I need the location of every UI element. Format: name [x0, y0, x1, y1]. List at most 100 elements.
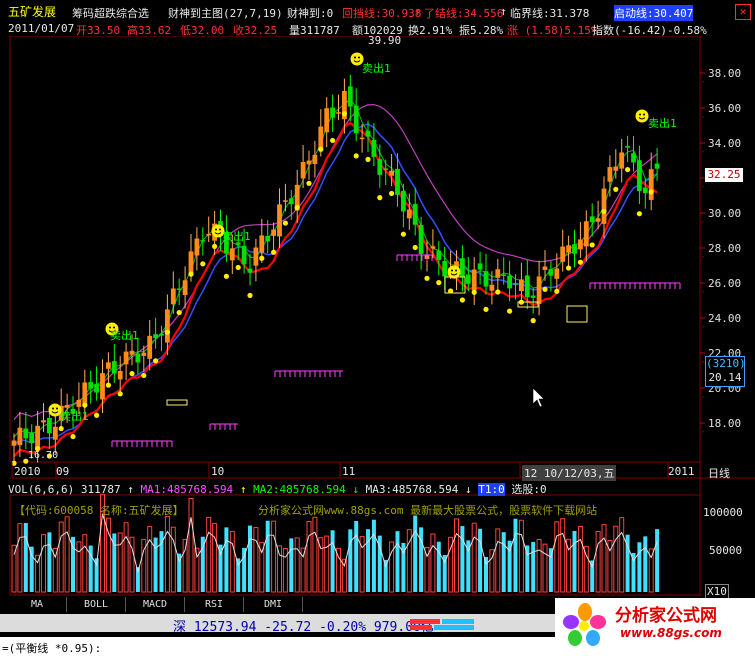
flower-logo-icon	[563, 603, 606, 646]
quote-close: 收32.25	[233, 24, 278, 37]
candle-body	[247, 268, 253, 273]
signal-dot	[636, 211, 643, 217]
vol-legend-select: 选股:0	[511, 483, 547, 496]
candle-body	[259, 235, 265, 253]
qidong-line: 启动线:30.407	[614, 5, 694, 21]
smiley-eye	[56, 407, 58, 410]
volume-bar	[17, 523, 23, 593]
volume-bar	[164, 515, 170, 593]
volume-bar	[188, 498, 194, 593]
candle-body	[111, 361, 117, 374]
signal-dot	[507, 308, 513, 314]
signal-dot	[530, 318, 536, 324]
volume-bar	[330, 530, 335, 592]
index-change: 指数(-16.42)-0.58%	[592, 24, 707, 37]
volume-bar	[655, 529, 660, 592]
volume-bar	[147, 526, 153, 593]
volume-bar	[64, 516, 70, 593]
candle-body	[595, 218, 601, 222]
candle-body	[106, 362, 111, 369]
volume-bar	[371, 519, 376, 592]
signal-dot	[94, 412, 100, 418]
volume-bar	[489, 549, 495, 593]
crosshair-count: (3210)	[706, 357, 746, 370]
stock-name[interactable]: 五矿发展	[8, 3, 56, 20]
tab-boll[interactable]: BOLL	[67, 597, 126, 612]
market-change: -25.72	[264, 620, 312, 635]
quote-open: 开33.50	[76, 24, 121, 37]
tab-rsi[interactable]: RSI	[185, 597, 244, 612]
formula-text: =(平衡线 *0.95):	[2, 642, 102, 655]
vol-legend-t1: T1:0	[478, 483, 505, 496]
signal-dot	[282, 220, 288, 226]
candle-body	[566, 245, 571, 253]
sell-label-2: 卖出1	[222, 230, 251, 243]
candle-body	[631, 153, 636, 163]
candle-body	[548, 269, 554, 276]
volume-bar	[395, 531, 400, 592]
candle-body	[88, 382, 94, 389]
close-icon[interactable]: ✕	[735, 4, 751, 20]
signal-dot	[471, 289, 477, 295]
signal-dot	[306, 180, 312, 186]
quote-low: 低32.00	[180, 24, 225, 37]
volume-bar	[454, 518, 459, 593]
price-tick-label: 36.00	[708, 102, 741, 115]
candlesticks[interactable]	[11, 74, 660, 463]
signal-dot	[436, 280, 442, 286]
candle-body	[648, 169, 654, 200]
volume-bar	[294, 537, 300, 593]
volume-bar	[531, 541, 536, 592]
volume-bar	[76, 541, 82, 593]
candle-body	[560, 246, 566, 262]
candle-body	[29, 432, 35, 444]
volume-bar	[58, 521, 64, 593]
tab-dmi[interactable]: DMI	[244, 597, 303, 612]
volume-bar	[11, 544, 17, 593]
tab-ma[interactable]: MA	[8, 597, 67, 612]
candle-body	[229, 248, 235, 261]
vol-legend-ma3: MA3:485768.594	[365, 483, 459, 496]
signal-dot	[129, 370, 135, 377]
tab-macd[interactable]: MACD	[126, 597, 185, 612]
vol-legend-ma2: MA2:485768.594	[253, 483, 346, 496]
market-index-readout[interactable]: 深 12573.94 -25.72 -0.20% 979.00亿	[173, 616, 434, 635]
volume-bar	[229, 530, 235, 593]
candle-body	[613, 166, 619, 171]
volume-bar	[206, 516, 212, 593]
candle-body	[94, 383, 99, 393]
candle-body	[536, 276, 542, 305]
candle-body	[123, 351, 129, 365]
signal-dot	[247, 292, 253, 299]
candle-body	[501, 274, 507, 276]
volume-bar	[41, 534, 46, 593]
smiley-eye	[643, 113, 645, 116]
quote-date: 2011/01/07	[8, 22, 75, 35]
candle-body	[76, 399, 82, 407]
candle-body	[277, 204, 282, 237]
vol-multiplier: X10	[705, 584, 729, 599]
price-tick-label: 18.00	[708, 417, 741, 430]
candle-body	[430, 246, 436, 249]
candle-body	[406, 209, 412, 219]
volume-bar	[460, 526, 465, 592]
candle-body	[170, 288, 176, 305]
price-tick-label: 24.00	[708, 312, 741, 325]
volume-bar	[548, 548, 553, 592]
updown-ratio-bar	[410, 619, 474, 630]
candle-body	[194, 238, 200, 256]
period-label[interactable]: 日线	[708, 465, 730, 481]
signal-dot	[483, 306, 489, 312]
volume-bar	[583, 545, 589, 593]
volume-bar	[595, 531, 601, 593]
smiley-eye	[215, 228, 217, 231]
candle-body	[395, 168, 400, 195]
signal-dot	[400, 231, 406, 237]
formula-name[interactable]: 筹码超跌综合选	[72, 5, 149, 21]
smiley-eye	[52, 407, 54, 410]
time-label-2011: 2011	[668, 465, 695, 478]
volume-bar	[82, 534, 88, 593]
candle-body	[206, 234, 212, 236]
candle-body	[483, 271, 489, 287]
candle-body	[147, 335, 153, 359]
